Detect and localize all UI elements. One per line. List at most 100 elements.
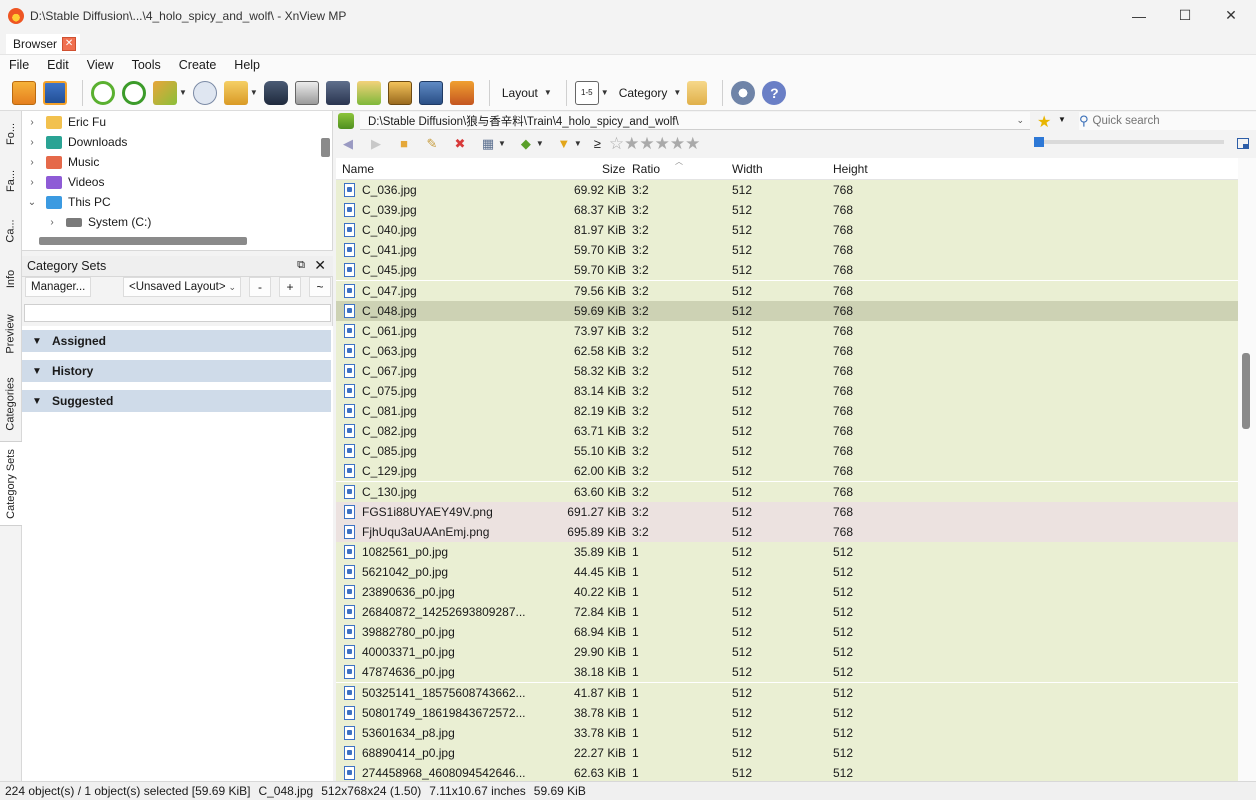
file-row[interactable]: C_048.jpg 59.69 KiB 3:2 512 768 [336, 300, 1238, 321]
file-row[interactable]: 23890636_p0.jpg 40.22 KiB 1 512 512 [336, 582, 1238, 602]
file-row[interactable]: C_081.jpg 82.19 KiB 3:2 512 768 [336, 401, 1238, 422]
properties-icon[interactable] [192, 80, 217, 105]
path-input[interactable]: D:\Stable Diffusion\狼与香辛料\Train\4_holo_s… [360, 112, 1030, 130]
dropdown-arrow-icon[interactable]: ▼ [498, 139, 506, 148]
rating-star-icon[interactable]: ★ [624, 134, 639, 154]
favorite-star-icon[interactable]: ★ [1037, 112, 1051, 132]
menu-file[interactable]: File [0, 58, 38, 72]
menu-tools[interactable]: Tools [123, 58, 170, 72]
help-icon[interactable]: ? [762, 80, 787, 105]
file-row[interactable]: C_061.jpg 73.97 KiB 3:2 512 768 [336, 320, 1238, 341]
group-history[interactable]: ▼ History [22, 360, 331, 382]
file-row[interactable]: C_063.jpg 62.58 KiB 3:2 512 768 [336, 340, 1238, 361]
file-row[interactable]: C_067.jpg 58.32 KiB 3:2 512 768 [336, 360, 1238, 381]
find-binoculars-icon[interactable] [263, 80, 288, 105]
fullscreen-icon[interactable] [43, 80, 67, 105]
layout-dropdown-icon[interactable]: ▼ [544, 88, 552, 97]
collapse-triangle-icon[interactable]: ▼ [22, 366, 52, 377]
collapse-triangle-icon[interactable]: ▼ [22, 396, 52, 407]
tree-item-music[interactable]: › Music [26, 152, 99, 172]
scrollbar-thumb[interactable] [1242, 353, 1250, 429]
collapse-triangle-icon[interactable]: ▼ [22, 336, 52, 347]
close-panel-icon[interactable]: ✕ [314, 257, 326, 274]
tree-item-system-c[interactable]: › System (C:) [46, 212, 151, 232]
tree-horizontal-scrollbar[interactable] [39, 237, 247, 245]
edit-set-button[interactable]: ~ [309, 277, 331, 297]
file-row[interactable]: C_047.jpg 79.56 KiB 3:2 512 768 [336, 280, 1238, 301]
dropdown-arrow-icon[interactable]: ▼ [574, 139, 582, 148]
tree-item-eric-fu[interactable]: › Eric Fu [26, 112, 106, 132]
move-to-icon[interactable] [223, 80, 248, 105]
refresh-icon[interactable] [91, 80, 115, 105]
rating-operator[interactable]: ≥ [594, 136, 601, 151]
rotate-icon[interactable] [122, 80, 146, 105]
vtab-categories[interactable]: Categories [0, 366, 22, 441]
file-row[interactable]: C_041.jpg 59.70 KiB 3:2 512 768 [336, 240, 1238, 261]
layout-menu-label[interactable]: Layout [502, 86, 538, 100]
file-row[interactable]: FjhUqu3aUAAnEmj.png 695.89 KiB 3:2 512 768 [336, 521, 1238, 542]
compare-icon[interactable] [449, 80, 474, 105]
vtab-catalog[interactable]: Ca... [0, 206, 22, 256]
category-dropdown-icon[interactable]: ▼ [673, 88, 681, 97]
chevron-right-icon[interactable]: › [46, 217, 58, 228]
chevron-down-icon[interactable]: ⌄ [26, 197, 38, 208]
layout-select[interactable]: <Unsaved Layout> ⌄ [123, 277, 241, 297]
file-row[interactable]: C_082.jpg 63.71 KiB 3:2 512 768 [336, 421, 1238, 442]
chevron-right-icon[interactable]: › [26, 177, 38, 188]
tab-close-icon[interactable]: ✕ [62, 37, 77, 51]
quick-search-input[interactable] [1092, 115, 1233, 127]
menu-view[interactable]: View [78, 58, 123, 72]
tree-item-this-pc[interactable]: ⌄ This PC [26, 192, 111, 212]
file-row[interactable]: 68890414_p0.jpg 22.27 KiB 1 512 512 [336, 742, 1238, 763]
chevron-right-icon[interactable]: › [26, 117, 38, 128]
print-icon[interactable] [294, 80, 319, 105]
tree-item-downloads[interactable]: › Downloads [26, 132, 127, 152]
group-suggested[interactable]: ▼ Suggested [22, 390, 331, 412]
tree-item-videos[interactable]: › Videos [26, 172, 104, 192]
rating-star-icon[interactable]: ☆ [609, 134, 624, 154]
open-image-icon[interactable] [12, 80, 36, 105]
delete-icon[interactable]: ✖ [452, 136, 468, 152]
column-size[interactable]: Size [602, 162, 625, 176]
dropdown-arrow-icon[interactable]: ▼ [1058, 115, 1066, 124]
dropdown-arrow-icon[interactable]: ▼ [536, 139, 544, 148]
chevron-down-icon[interactable]: ⌄ [1016, 115, 1024, 126]
view-mode-icon[interactable]: ▦ [480, 136, 496, 152]
file-row[interactable]: 40003371_p0.jpg 29.90 KiB 1 512 512 [336, 642, 1238, 663]
file-row[interactable]: C_129.jpg 62.00 KiB 3:2 512 768 [336, 461, 1238, 482]
rename-icon[interactable]: ✎ [424, 136, 440, 152]
file-row[interactable]: 274458968_4608094542646... 62.63 KiB 1 512 5… [336, 762, 1238, 781]
quick-search-box[interactable]: ⚲ [1079, 112, 1256, 130]
rating-star-icon[interactable]: ★ [655, 134, 670, 154]
maximize-button[interactable]: ☐ [1162, 0, 1208, 31]
file-row[interactable]: 50801749_18619843672572... 38.78 KiB 1 512 5… [336, 702, 1238, 723]
file-row[interactable]: FGS1i88UYAEY49V.png 691.27 KiB 3:2 512 768 [336, 501, 1238, 522]
category-menu-label[interactable]: Category [619, 86, 668, 100]
file-row[interactable]: 47874636_p0.jpg 38.18 KiB 1 512 512 [336, 662, 1238, 683]
sort-icon[interactable]: ◆ [518, 136, 534, 152]
slideshow-icon[interactable] [387, 80, 412, 105]
thumbnail-size-slider[interactable] [1034, 140, 1224, 144]
file-row[interactable]: C_036.jpg 69.92 KiB 3:2 512 768 [336, 180, 1238, 200]
column-name[interactable]: Name [342, 162, 374, 176]
batch-process-icon[interactable] [153, 80, 177, 105]
minimize-button[interactable]: — [1116, 0, 1162, 31]
file-row[interactable]: 53601634_p8.jpg 33.78 KiB 1 512 512 [336, 722, 1238, 743]
column-height[interactable]: Height [833, 162, 868, 176]
export-icon[interactable] [356, 80, 381, 105]
file-row[interactable]: 50325141_18575608743662... 41.87 KiB 1 512 5… [336, 682, 1238, 703]
rating-star-icon[interactable]: ★ [639, 134, 654, 154]
go-up-icon[interactable] [338, 113, 354, 129]
file-row[interactable]: C_130.jpg 63.60 KiB 3:2 512 768 [336, 481, 1238, 502]
file-row[interactable]: 39882780_p0.jpg 68.94 KiB 1 512 512 [336, 622, 1238, 643]
menu-create[interactable]: Create [170, 58, 226, 72]
rating-star-icon[interactable]: ★ [685, 134, 700, 154]
file-row[interactable]: 5621042_p0.jpg 44.45 KiB 1 512 512 [336, 561, 1238, 582]
dropdown-arrow-icon[interactable]: ▼ [601, 88, 609, 97]
filter-funnel-icon[interactable]: ▼ [556, 136, 572, 152]
file-row[interactable]: C_075.jpg 83.14 KiB 3:2 512 768 [336, 381, 1238, 401]
chevron-right-icon[interactable]: › [26, 157, 38, 168]
capture-icon[interactable] [418, 80, 443, 105]
scan-icon[interactable] [325, 80, 350, 105]
chevron-right-icon[interactable]: › [26, 137, 38, 148]
